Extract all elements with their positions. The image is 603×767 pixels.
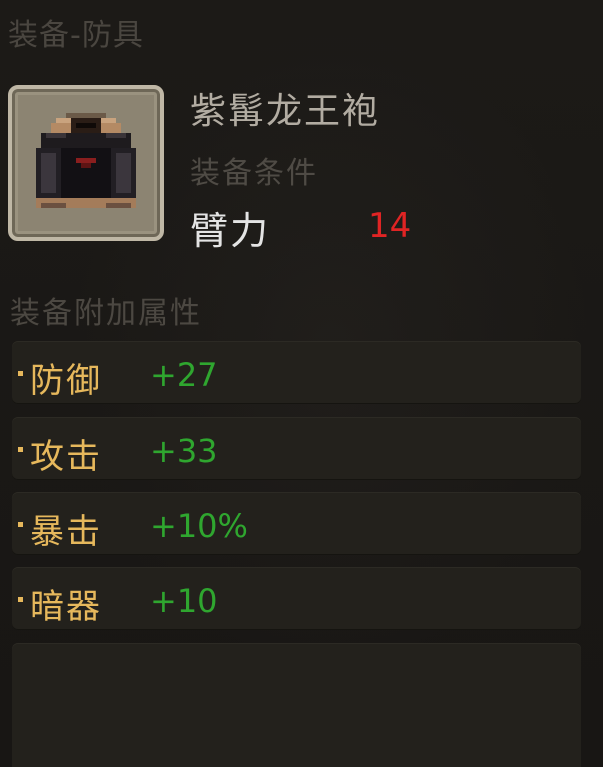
dark-robe-icon [36, 113, 136, 208]
requirement-label: 装备条件 [190, 156, 318, 191]
requirement-stat: 臂力 [190, 209, 271, 253]
bullet-icon [18, 597, 23, 602]
attribute-value: +27 [150, 356, 218, 394]
attribute-row-critical: 暴击 +10% [12, 492, 581, 555]
item-name: 紫髯龙王袍 [190, 91, 381, 132]
attribute-value: +33 [150, 432, 218, 470]
bullet-icon [18, 371, 23, 376]
attribute-name: 暴击 [30, 512, 102, 552]
item-icon-slot[interactable] [8, 85, 164, 241]
attribute-value: +10 [150, 582, 218, 620]
bullet-icon [18, 447, 23, 452]
attribute-name: 暗器 [30, 587, 102, 627]
attribute-row-defense: 防御 +27 [12, 341, 581, 404]
bullet-icon [18, 522, 23, 527]
attribute-row-attack: 攻击 +33 [12, 417, 581, 480]
empty-description-box [12, 643, 581, 767]
attribute-name: 攻击 [30, 437, 102, 477]
panel-title: 装备-防具 [8, 18, 144, 53]
attribute-value: +10% [150, 507, 248, 545]
attributes-header: 装备附加属性 [10, 296, 202, 331]
attribute-name: 防御 [30, 361, 102, 401]
attribute-row-hidden-weapon: 暗器 +10 [12, 567, 581, 630]
requirement-value: 14 [368, 206, 412, 246]
